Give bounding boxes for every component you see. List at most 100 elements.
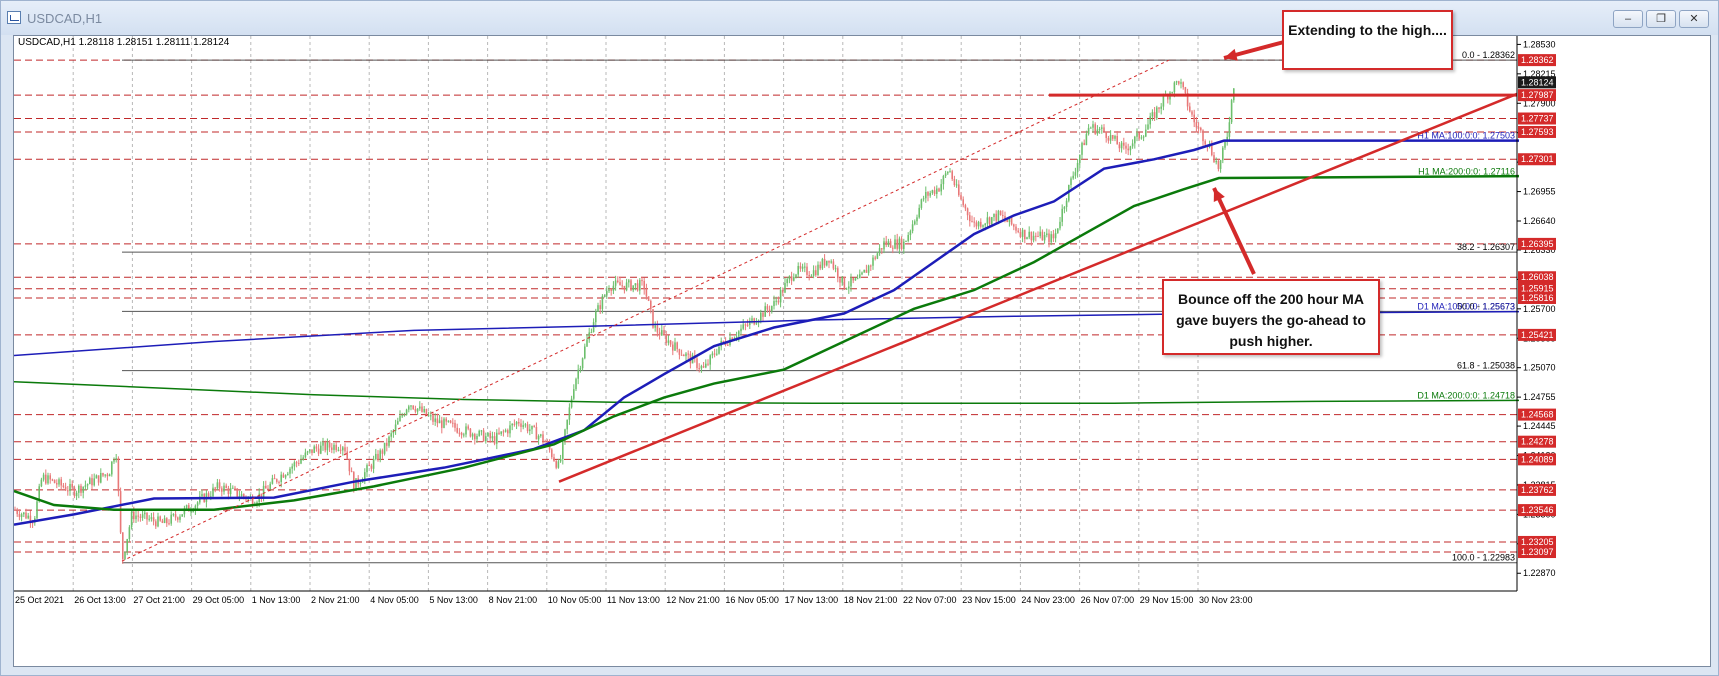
candle-body xyxy=(993,213,995,218)
candle-body xyxy=(1072,175,1074,179)
candle-body xyxy=(419,406,421,409)
candle-body xyxy=(656,325,659,333)
candle-body xyxy=(60,479,62,486)
candle-body xyxy=(53,479,56,484)
price-level-tag-text: 1.24089 xyxy=(1521,454,1554,464)
candle-body xyxy=(366,465,368,473)
price-level-tag-text: 1.23097 xyxy=(1521,547,1554,557)
annotation-arrows xyxy=(1212,40,1285,275)
candle-body xyxy=(62,485,65,487)
candle-body xyxy=(991,217,993,225)
candle-body xyxy=(773,301,775,307)
price-level-tag-text: 1.27987 xyxy=(1521,90,1554,100)
candle-body xyxy=(608,289,610,292)
price-level-tag-text: 1.23205 xyxy=(1521,537,1554,547)
candle-body xyxy=(1123,142,1125,146)
candle-body xyxy=(207,493,210,497)
minimize-button[interactable]: – xyxy=(1613,10,1643,28)
candle-body xyxy=(929,192,931,196)
candle-body xyxy=(601,296,604,310)
candle-body xyxy=(705,363,707,368)
candle-body xyxy=(641,280,643,282)
candle-body xyxy=(555,461,557,468)
candle-body xyxy=(47,475,49,484)
candle-body xyxy=(1024,229,1026,240)
candle-body xyxy=(152,517,155,522)
candle-body xyxy=(91,478,93,486)
price-chart[interactable]: 0.0 - 1.2836238.2 - 1.2630750.0 - 1.2567… xyxy=(13,36,1710,666)
candle-body xyxy=(944,173,947,176)
price-level-tag-text: 1.23546 xyxy=(1521,505,1554,515)
candle-body xyxy=(1178,81,1180,84)
candle-body xyxy=(883,241,885,250)
candle-body xyxy=(170,514,172,524)
candle-body xyxy=(1182,82,1184,88)
candle-body xyxy=(300,459,302,464)
candle-body xyxy=(223,485,225,492)
candle-body xyxy=(295,462,298,464)
candle-body xyxy=(390,433,392,437)
candle-body xyxy=(212,487,214,497)
candle-body xyxy=(108,474,111,477)
candle-body xyxy=(370,465,373,469)
candle-body xyxy=(1063,207,1066,209)
candle-body xyxy=(150,517,153,519)
price-level-tag-text: 1.26038 xyxy=(1521,272,1554,282)
candle-body xyxy=(1061,208,1063,222)
candle-body xyxy=(859,274,861,279)
candle-body xyxy=(75,492,78,497)
candle-body xyxy=(766,306,769,310)
candle-body xyxy=(953,179,956,186)
candle-body xyxy=(581,358,584,369)
close-button[interactable]: ✕ xyxy=(1679,10,1709,28)
candle-body xyxy=(339,449,342,451)
candle-body xyxy=(273,478,276,480)
candle-body xyxy=(936,188,938,194)
time-tick-label: 29 Oct 05:00 xyxy=(193,595,245,605)
candle-body xyxy=(1112,135,1114,139)
candle-body xyxy=(474,434,476,440)
candle-body xyxy=(78,485,80,493)
candle-body xyxy=(137,515,139,517)
candle-body xyxy=(562,440,564,459)
candle-body xyxy=(603,295,606,297)
candle-body xyxy=(614,280,617,286)
chart-area[interactable]: 0.0 - 1.28362 38.2 - 1.26307 50.0 - 1.2567… xyxy=(13,35,1711,667)
candle-body xyxy=(969,215,971,222)
ma-label: H1 MA:200:0:0: 1.27116 xyxy=(1418,167,1515,177)
candle-body xyxy=(469,428,472,437)
candle-body xyxy=(229,488,232,495)
window-titlebar[interactable]: USDCAD,H1 – ❐ ✕ xyxy=(1,1,1718,35)
candle-body xyxy=(1136,132,1138,137)
candle-body xyxy=(401,415,403,417)
candle-body xyxy=(1193,114,1195,123)
candle-body xyxy=(841,276,843,283)
price-level-tag-text: 1.24568 xyxy=(1521,410,1554,420)
candle-body xyxy=(771,306,773,312)
candle-body xyxy=(430,415,432,417)
price-level-tag-text: 1.26395 xyxy=(1521,239,1554,249)
candle-body xyxy=(67,490,69,492)
candle-body xyxy=(111,461,113,475)
candle-body xyxy=(515,421,518,425)
symbol-header: USDCAD,H1 1.28118 1.28151 1.28111 1.2812… xyxy=(18,37,230,48)
candle-body xyxy=(540,434,542,436)
candle-body xyxy=(784,283,786,293)
time-tick-label: 26 Nov 07:00 xyxy=(1081,595,1135,605)
candle-body xyxy=(309,449,311,452)
candle-body xyxy=(524,424,527,426)
candle-body xyxy=(940,184,942,192)
candle-body xyxy=(16,510,18,515)
restore-button[interactable]: ❐ xyxy=(1646,10,1676,28)
candle-body xyxy=(452,422,454,424)
candle-body xyxy=(18,514,21,517)
window-title: USDCAD,H1 xyxy=(27,11,103,26)
candle-body xyxy=(1217,160,1220,169)
candle-body xyxy=(1037,235,1039,237)
candle-body xyxy=(850,277,852,287)
candle-body xyxy=(1039,231,1041,237)
candle-body xyxy=(155,521,157,527)
candle-body xyxy=(196,502,199,506)
candle-body xyxy=(69,484,71,491)
candle-body xyxy=(372,459,375,469)
